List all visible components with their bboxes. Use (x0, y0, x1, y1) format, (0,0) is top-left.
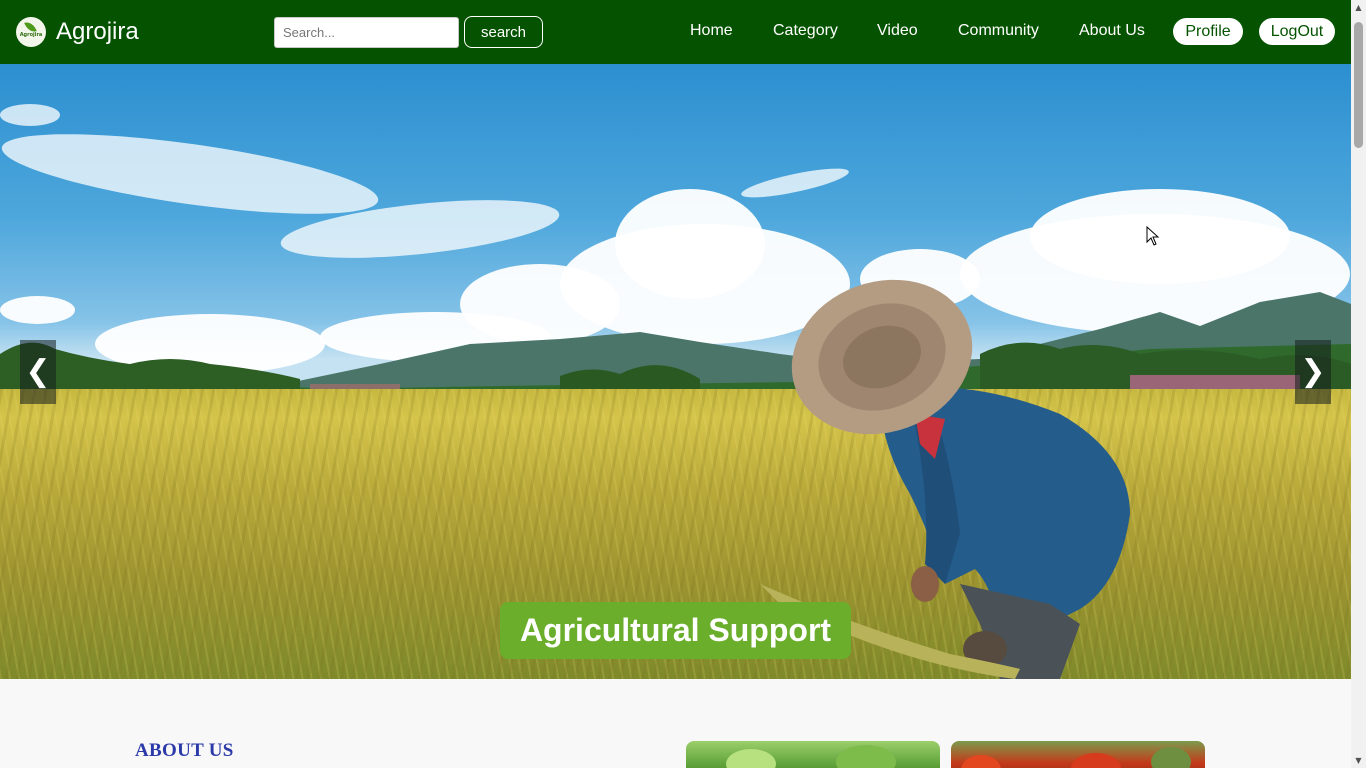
farmer-figure (760, 279, 1130, 679)
nav-home[interactable]: Home (690, 21, 733, 41)
leaf-shape (1151, 747, 1191, 768)
nav-about-us[interactable]: About Us (1079, 21, 1145, 41)
scroll-up-arrow-icon[interactable]: ▲ (1351, 0, 1366, 15)
leaf-shape (836, 745, 896, 768)
about-image-2 (951, 741, 1205, 768)
nav-community[interactable]: Community (958, 21, 1039, 41)
nav-video[interactable]: Video (877, 21, 918, 41)
search-button[interactable]: search (464, 16, 543, 48)
logout-button[interactable]: LogOut (1259, 18, 1335, 45)
about-image-1 (686, 741, 940, 768)
vertical-scrollbar[interactable]: ▲ ▼ (1351, 0, 1366, 768)
scroll-down-arrow-icon[interactable]: ▼ (1351, 753, 1366, 768)
hero-slider: ❮ ❯ Agricultural Support (0, 64, 1351, 679)
logo-text: Agrojira (19, 32, 43, 38)
nav-category[interactable]: Category (773, 21, 838, 41)
navbar: Agrojira Agrojira search Home Category V… (0, 0, 1351, 64)
leaf-shape (726, 749, 776, 768)
brand-name[interactable]: Agrojira (56, 17, 139, 47)
mouse-cursor-icon (1146, 226, 1160, 246)
profile-button[interactable]: Profile (1173, 18, 1243, 45)
pepper-shape (961, 755, 1001, 768)
scroll-thumb[interactable] (1354, 22, 1363, 148)
page: Agrojira Agrojira search Home Category V… (0, 0, 1366, 768)
slide-caption: Agricultural Support (500, 602, 851, 659)
about-us-title: ABOUT US (135, 740, 234, 761)
logo-icon[interactable]: Agrojira (16, 17, 46, 47)
chevron-right-icon[interactable]: ❯ (1295, 340, 1331, 404)
search-input[interactable] (274, 17, 459, 48)
chevron-left-icon[interactable]: ❮ (20, 340, 56, 404)
pepper-shape (1071, 753, 1121, 768)
